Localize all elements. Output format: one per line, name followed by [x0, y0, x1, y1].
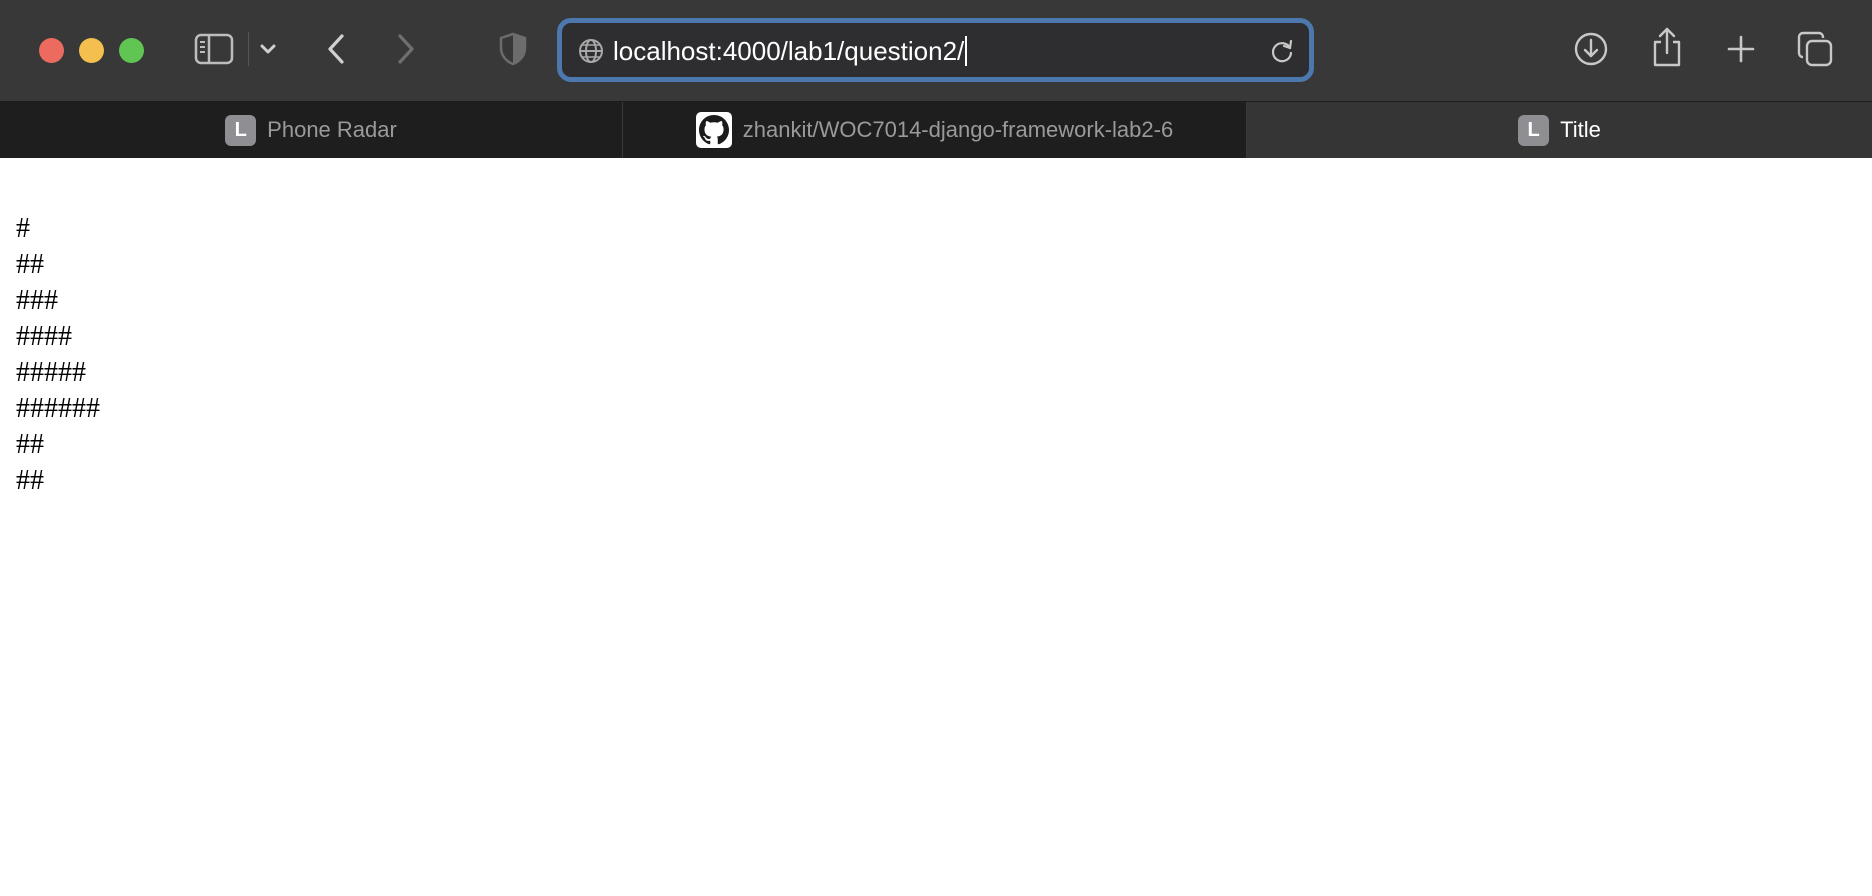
pattern-line: ### [16, 285, 58, 316]
browser-toolbar: localhost:4000/lab1/question2/ [0, 0, 1872, 102]
tab-favicon: L [225, 114, 257, 146]
tab-bar: L Phone Radar zhankit/WOC7014-django-fra… [0, 102, 1872, 158]
address-bar[interactable]: localhost:4000/lab1/question2/ [557, 18, 1314, 82]
text-caret [965, 36, 968, 66]
minimize-window-button[interactable] [79, 38, 104, 63]
tabs-overview-icon[interactable] [1795, 29, 1835, 69]
tab-label: Phone Radar [267, 117, 397, 142]
back-button[interactable] [318, 30, 354, 68]
page-content: # ## ### #### ##### ###### ## ## [0, 159, 1872, 896]
chevron-down-icon[interactable] [257, 38, 279, 60]
download-icon[interactable] [1571, 29, 1611, 69]
url-field[interactable]: localhost:4000/lab1/question2/ [613, 35, 968, 67]
pattern-line: ###### [16, 393, 100, 424]
pattern-line: ## [16, 465, 44, 496]
chevron-left-icon [328, 34, 344, 64]
pattern-line: ## [16, 249, 44, 280]
sidebar-icon[interactable] [192, 31, 236, 67]
maximize-window-button[interactable] [119, 38, 144, 63]
shield-icon[interactable] [496, 30, 530, 68]
close-window-button[interactable] [39, 38, 64, 63]
url-text: localhost:4000/lab1/question2/ [613, 36, 965, 66]
globe-icon [579, 39, 603, 63]
forward-button[interactable] [388, 30, 424, 68]
pattern-line: # [16, 213, 30, 244]
github-icon [695, 112, 732, 148]
hash-pattern: # ## ### #### ##### ###### ## ## [16, 211, 100, 499]
plus-icon[interactable] [1721, 29, 1761, 69]
tab-favicon: L [1518, 114, 1550, 146]
browser-window: localhost:4000/lab1/question2/ L Phone R… [0, 0, 1872, 896]
tab-label: Title [1560, 117, 1601, 142]
chevron-right-icon [398, 34, 414, 64]
tab-label: zhankit/WOC7014-django-framework-lab2-6 [742, 117, 1174, 142]
pattern-line: ## [16, 429, 44, 460]
tab-github-repo[interactable]: zhankit/WOC7014-django-framework-lab2-6 [623, 102, 1247, 158]
toolbar-divider [248, 32, 249, 66]
pattern-line: #### [16, 321, 72, 352]
tab-phone-radar[interactable]: L Phone Radar [0, 102, 623, 158]
reload-icon[interactable] [1267, 36, 1297, 66]
share-icon[interactable] [1647, 25, 1687, 69]
tab-title-active[interactable]: L Title [1247, 102, 1872, 158]
pattern-line: ##### [16, 357, 86, 388]
